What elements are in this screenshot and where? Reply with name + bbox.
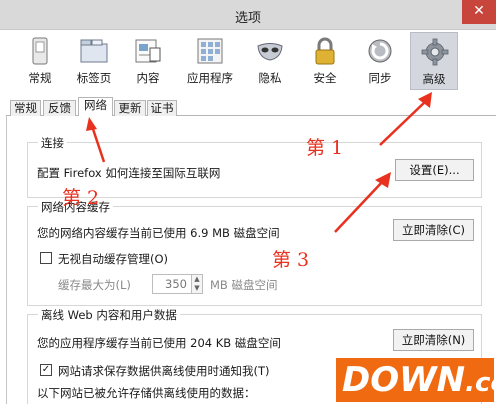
cache-limit-stepper[interactable]: ▲ ▼ <box>192 274 203 294</box>
advanced-tabstrip: 常规 反馈 网络 更新 证书 <box>6 96 496 117</box>
override-cache-label: 无视自动缓存管理(O) <box>58 252 169 266</box>
folder-tabs-icon <box>80 39 108 63</box>
pane-label: 隐私 <box>258 71 282 85</box>
tab-network[interactable]: 网络 <box>78 97 113 117</box>
applications-icon <box>197 38 223 64</box>
pane-sync[interactable]: 同步 <box>356 32 404 90</box>
connection-legend: 连接 <box>38 135 67 151</box>
pane-label: 高级 <box>422 72 446 86</box>
tab-certificates[interactable]: 证书 <box>147 100 177 116</box>
pane-label: 应用程序 <box>187 71 233 85</box>
tab-feedback[interactable]: 反馈 <box>43 100 76 116</box>
cache-group: 网络内容缓存 您的网络内容缓存当前已使用 6.9 MB 磁盘空间 立即清除(C)… <box>27 199 482 306</box>
cache-limit-input[interactable]: 350 <box>152 274 192 294</box>
tab-general[interactable]: 常规 <box>10 100 41 116</box>
title-bar: 选项 ✕ <box>0 0 496 30</box>
offline-allowed-text: 以下网站已被允许存储供离线使用的数据： <box>37 386 256 400</box>
mask-icon <box>257 43 283 61</box>
annotation-step-3: 第 3 <box>272 249 310 271</box>
pane-content[interactable]: 内容 <box>124 32 172 90</box>
pane-label: 常规 <box>28 71 52 85</box>
offline-notify-label: 网站请求保存数据供离线使用时通知我(T) <box>58 364 270 378</box>
tab-update[interactable]: 更新 <box>114 100 146 116</box>
switch-icon <box>32 37 48 65</box>
pane-general[interactable]: 常规 <box>16 32 64 90</box>
content-page-icon <box>135 39 161 63</box>
pane-applications[interactable]: 应用程序 <box>186 32 234 90</box>
sync-icon <box>368 39 392 63</box>
pane-label: 同步 <box>368 71 392 85</box>
override-cache-checkbox[interactable] <box>40 252 52 264</box>
pane-security[interactable]: 安全 <box>301 32 349 90</box>
watermark-suffix: .cc <box>465 368 496 398</box>
cache-limit-label: 缓存最大为(L) <box>58 278 131 292</box>
pane-label: 内容 <box>136 71 160 85</box>
offline-usage-text: 您的应用程序缓存当前已使用 204 KB 磁盘空间 <box>37 336 281 350</box>
connection-description: 配置 Firefox 如何连接至国际互联网 <box>37 166 221 180</box>
offline-legend: 离线 Web 内容和用户数据 <box>38 307 180 323</box>
window-title: 选项 <box>234 11 261 26</box>
offline-notify-checkbox[interactable]: ✓ <box>40 364 52 376</box>
pane-advanced[interactable]: 高级 <box>410 32 458 90</box>
pane-privacy[interactable]: 隐私 <box>246 32 294 90</box>
watermark-main: DOWN <box>342 360 466 400</box>
preferences-toolbar: 常规 标签页 内容 应用程序 隐私 安全 同步 高级 <box>0 30 496 92</box>
cache-limit-unit: MB 磁盘空间 <box>210 278 278 292</box>
pane-label: 安全 <box>313 71 337 85</box>
gear-icon <box>421 38 449 66</box>
clear-offline-button[interactable]: 立即清除(N) <box>393 329 474 351</box>
annotation-step-2: 第 2 <box>62 187 100 209</box>
pane-tabs[interactable]: 标签页 <box>70 32 118 90</box>
close-button[interactable]: ✕ <box>462 0 496 24</box>
cache-usage-text: 您的网络内容缓存当前已使用 6.9 MB 磁盘空间 <box>37 226 280 240</box>
down-cc-watermark: DOWN.cc <box>336 358 496 402</box>
annotation-step-1: 第 1 <box>306 137 344 159</box>
pane-label: 标签页 <box>76 71 112 85</box>
padlock-icon <box>315 37 335 65</box>
connection-settings-button[interactable]: 设置(E)... <box>395 159 474 181</box>
clear-cache-button[interactable]: 立即清除(C) <box>393 219 474 241</box>
